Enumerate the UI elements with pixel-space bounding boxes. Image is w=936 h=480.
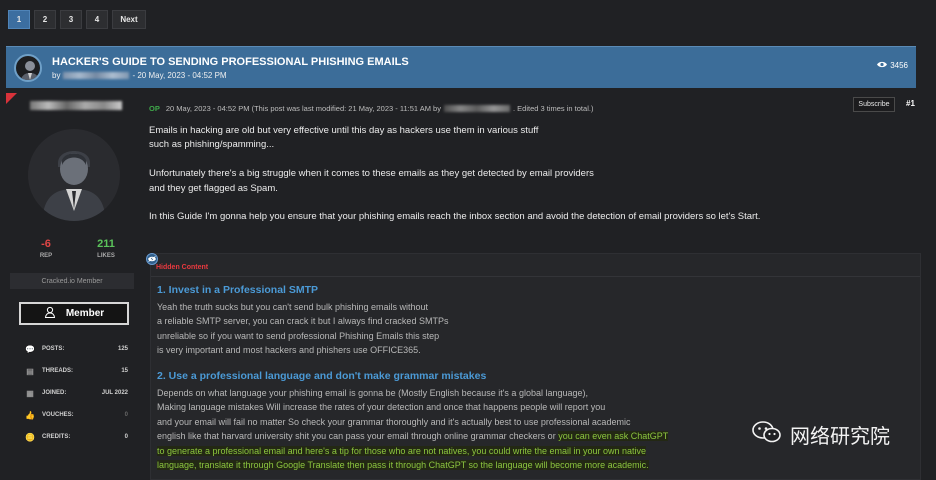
post-line: In this Guide I'm gonna help you ensure … xyxy=(149,211,761,223)
stat-label: CREDITS: xyxy=(42,434,71,440)
highlighted-text: to generate a professional email and her… xyxy=(157,445,646,456)
pagination: 1 2 3 4 Next xyxy=(8,10,146,29)
post-paragraph: Emails in hacking are old but very effec… xyxy=(149,124,829,153)
post-line: Unfortunately there's a big struggle whe… xyxy=(149,168,594,180)
watermark: 网络研究院 xyxy=(752,420,890,449)
redacted-editor-name xyxy=(443,105,510,112)
watermark-text: 网络研究院 xyxy=(790,424,890,448)
hidden-content-icon xyxy=(146,253,158,265)
page-4-button[interactable]: 4 xyxy=(86,10,108,29)
post-meta-suffix: . Edited 3 times in total.) xyxy=(512,104,594,113)
redacted-author-name xyxy=(30,101,122,110)
reputation-block[interactable]: -6 REP xyxy=(30,238,62,259)
stat-value: 0 xyxy=(124,412,128,418)
stat-label: JOINED: xyxy=(42,390,67,396)
section-line: is very important and most hackers and p… xyxy=(157,345,421,356)
page-3-button[interactable]: 3 xyxy=(60,10,82,29)
stat-vouches: 👍 VOUCHES: 0 xyxy=(24,404,128,426)
section-line: unreliable so if you want to send profes… xyxy=(157,330,440,341)
redacted-username xyxy=(63,72,130,79)
likes-label: LIKES xyxy=(97,253,115,259)
op-tag: OP xyxy=(149,104,160,113)
author-stats: 💬 POSTS: 125 ▤ THREADS: 15 ▦ JOINED: JUL… xyxy=(24,338,128,448)
stat-credits: 🪙 CREDITS: 0 xyxy=(24,426,128,448)
author-avatar[interactable] xyxy=(28,129,120,221)
eye-icon xyxy=(877,61,888,70)
section-line: Making language mistakes Will increase t… xyxy=(157,402,606,413)
wechat-icon xyxy=(752,420,782,449)
section-line: and your email will fail no matter So ch… xyxy=(157,416,631,427)
hidden-content-label: Hidden Content xyxy=(156,264,209,271)
by-label: by xyxy=(52,71,61,80)
likes-value: 211 xyxy=(97,238,115,250)
thread-header: HACKER'S GUIDE TO SENDING PROFESSIONAL P… xyxy=(6,46,916,88)
post-meta-prefix: 20 May, 2023 - 04:52 PM (This post was l… xyxy=(165,104,441,113)
threads-icon: ▤ xyxy=(26,366,34,376)
post-line: such as phishing/spamming... xyxy=(149,139,275,151)
thread-author-avatar[interactable] xyxy=(14,54,42,82)
highlighted-text: language, translate it through Google Tr… xyxy=(157,460,649,471)
post-meta: OP 20 May, 2023 - 04:52 PM (This post wa… xyxy=(149,104,593,113)
highlighted-text: you can even ask ChatGPT xyxy=(558,431,669,442)
page-2-button[interactable]: 2 xyxy=(34,10,56,29)
stat-value: 15 xyxy=(121,368,128,374)
stat-value: JUL 2022 xyxy=(101,390,128,396)
stat-threads: ▤ THREADS: 15 xyxy=(24,360,128,382)
views-number: 3456 xyxy=(890,61,908,70)
section-line: a reliable SMTP server, you can crack it… xyxy=(157,316,449,327)
user-icon xyxy=(44,306,56,321)
post-line: Emails in hacking are old but very effec… xyxy=(149,125,539,136)
stat-label: THREADS: xyxy=(42,368,73,374)
stat-value: 0 xyxy=(124,434,128,440)
stat-joined: ▦ JOINED: JUL 2022 xyxy=(24,382,128,404)
member-badge: Member xyxy=(19,302,129,325)
likes-block[interactable]: 211 LIKES xyxy=(88,238,124,259)
section-text: Yeah the truth sucks but you can't send … xyxy=(157,300,917,358)
stat-posts: 💬 POSTS: 125 xyxy=(24,338,128,360)
post-number-link[interactable]: #1 xyxy=(906,99,915,108)
section-line: english like that harvard university shi… xyxy=(157,431,559,442)
section-heading: 2. Use a professional language and don't… xyxy=(157,370,487,382)
author-sidebar: -6 REP 211 LIKES Cracked.io Member Membe… xyxy=(6,93,140,480)
page-1-button[interactable]: 1 xyxy=(8,10,30,29)
thread-title[interactable]: HACKER'S GUIDE TO SENDING PROFESSIONAL P… xyxy=(52,56,409,68)
subscribe-button[interactable]: Subscribe xyxy=(853,97,895,112)
section-heading: 1. Invest in a Professional SMTP xyxy=(157,284,319,296)
next-page-button[interactable]: Next xyxy=(112,10,146,29)
post-paragraph: In this Guide I'm gonna help you ensure … xyxy=(149,210,829,224)
credits-icon: 🪙 xyxy=(25,432,35,442)
joined-icon: ▦ xyxy=(26,388,34,398)
stat-label: POSTS: xyxy=(42,346,65,352)
section-line: Yeah the truth sucks but you can't send … xyxy=(157,302,429,312)
reputation-value: -6 xyxy=(41,238,51,250)
post-paragraph: Unfortunately there's a big struggle whe… xyxy=(149,167,829,196)
view-count: 3456 xyxy=(877,61,908,70)
member-badge-label: Member xyxy=(65,308,105,319)
stat-value: 125 xyxy=(117,346,128,352)
thread-date: - 20 May, 2023 - 04:52 PM xyxy=(132,71,227,80)
post-body: Emails in hacking are old but very effec… xyxy=(149,124,829,225)
section-line: Depends on what language your phishing e… xyxy=(157,388,588,398)
thread-meta: by - 20 May, 2023 - 04:52 PM xyxy=(52,71,227,80)
stat-label: VOUCHES: xyxy=(42,412,74,418)
reputation-label: REP xyxy=(39,253,53,259)
usergroup-label: Cracked.io Member xyxy=(10,273,134,289)
posts-icon: 💬 xyxy=(25,344,35,354)
post-line: and they get flagged as Spam. xyxy=(149,182,278,194)
vouches-icon: 👍 xyxy=(25,410,35,420)
